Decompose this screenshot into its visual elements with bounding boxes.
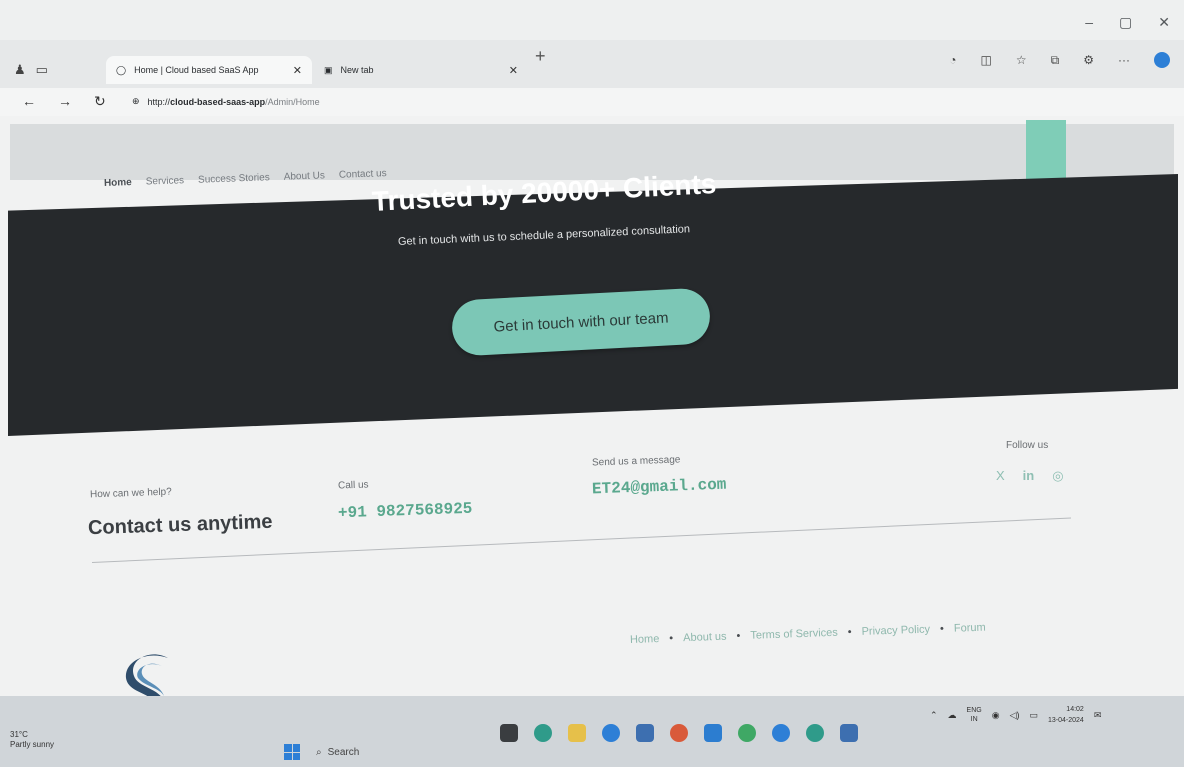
- window-controls: – ▢ ✕: [1085, 14, 1170, 31]
- footer-link-privacy[interactable]: Privacy Policy: [861, 624, 930, 638]
- cloud-icon[interactable]: ☁: [948, 710, 957, 721]
- message-label: Send us a message: [591, 454, 681, 469]
- minimize-icon[interactable]: –: [1085, 14, 1093, 31]
- clock[interactable]: 14:02 13-04-2024: [1048, 704, 1084, 726]
- whatsapp-icon[interactable]: [738, 724, 756, 742]
- weather-temp: 31°C: [10, 730, 28, 739]
- taskbar-apps: [500, 724, 858, 742]
- extensions-icon[interactable]: ⚙: [1083, 53, 1094, 67]
- close-window-icon[interactable]: ✕: [1158, 14, 1170, 31]
- vscode-icon[interactable]: [704, 724, 722, 742]
- footer-link-terms[interactable]: Terms of Services: [750, 627, 838, 642]
- time: 14:02: [1066, 706, 1084, 713]
- footer-link-home[interactable]: Home: [630, 633, 660, 646]
- instagram-icon[interactable]: ◎: [1052, 468, 1063, 484]
- separator-dot: •: [736, 630, 741, 643]
- collections-icon[interactable]: ⧉: [1051, 53, 1060, 68]
- separator-dot: •: [669, 632, 674, 645]
- address-bar[interactable]: ⊕ http://cloud-based-saas-app/Admin/Home: [132, 96, 320, 107]
- social-links: X in ◎: [996, 468, 1064, 484]
- app-icon[interactable]: [840, 724, 858, 742]
- split-screen-icon[interactable]: ◫: [981, 53, 992, 67]
- url-path: /Admin/Home: [265, 96, 320, 107]
- call-label: Call us: [337, 479, 369, 492]
- separator-dot: •: [847, 626, 852, 639]
- navigation-buttons: ← → ↻: [22, 93, 106, 110]
- read-aloud-icon[interactable]: ◔: [949, 53, 956, 67]
- nav-success-stories[interactable]: Success Stories: [198, 172, 270, 185]
- maximize-icon[interactable]: ▢: [1119, 14, 1132, 31]
- chevron-up-icon[interactable]: ⌃: [930, 710, 938, 721]
- date: 13-04-2024: [1048, 717, 1084, 724]
- close-tab-icon[interactable]: ✕: [293, 64, 302, 77]
- new-tab-favicon-icon: ▣: [324, 64, 333, 75]
- system-tray: ⌃ ☁ ENG IN ◉ ◁) ▭ 14:02 13-04-2024 ✉: [930, 704, 1101, 726]
- more-menu-icon[interactable]: ···: [1118, 53, 1130, 67]
- battery-icon[interactable]: ▭: [1030, 710, 1039, 721]
- copilot-icon[interactable]: [1154, 52, 1170, 68]
- profile-icon[interactable]: ♟: [14, 62, 26, 78]
- footer-link-about[interactable]: About us: [683, 631, 727, 645]
- weather-widget[interactable]: 31°C Partly sunny: [10, 730, 54, 750]
- favorite-star-icon[interactable]: ☆: [1016, 53, 1027, 67]
- nav-home[interactable]: Home: [104, 177, 132, 189]
- nav-about-us[interactable]: About Us: [284, 170, 325, 182]
- region: IN: [970, 716, 978, 723]
- language: ENG: [966, 707, 982, 714]
- x-twitter-icon[interactable]: X: [996, 468, 1005, 484]
- workspaces-icon[interactable]: ▭: [36, 62, 48, 78]
- tab-active[interactable]: ◯ Home | Cloud based SaaS App ✕: [106, 56, 312, 84]
- tab-title: Home | Cloud based SaaS App: [134, 65, 259, 75]
- back-arrow-icon[interactable]: ←: [22, 93, 36, 110]
- close-tab-icon[interactable]: ✕: [509, 64, 518, 77]
- web-page: Home Services Success Stories About Us C…: [0, 116, 1184, 723]
- taskbar-search[interactable]: ⌕ Search: [316, 740, 496, 764]
- browser-toolbar-right: ◔ ◫ ☆ ⧉ ⚙ ···: [949, 52, 1170, 68]
- phone-link[interactable]: +91 9827568925: [338, 500, 473, 523]
- nav-contact-us[interactable]: Contact us: [339, 168, 387, 181]
- contact-heading: Contact us anytime: [87, 510, 273, 540]
- reload-icon[interactable]: ↻: [94, 93, 106, 110]
- chrome-icon[interactable]: [670, 724, 688, 742]
- forward-arrow-icon[interactable]: →: [58, 93, 72, 110]
- app-icon[interactable]: [806, 724, 824, 742]
- volume-icon[interactable]: ◁): [1010, 710, 1020, 721]
- file-explorer-icon[interactable]: [568, 724, 586, 742]
- url-prefix: http://: [147, 96, 171, 107]
- tab-title: New tab: [340, 65, 374, 75]
- browser-icon[interactable]: [602, 724, 620, 742]
- separator-dot: •: [939, 623, 945, 636]
- notifications-icon[interactable]: ✉: [1094, 710, 1102, 721]
- accent-bar: [1026, 120, 1066, 180]
- page-favicon-icon: ◯: [116, 64, 127, 75]
- search-icon: ⌕: [316, 746, 322, 758]
- nav-services[interactable]: Services: [146, 175, 185, 187]
- wifi-icon[interactable]: ◉: [992, 710, 1000, 721]
- help-question: How can we help?: [89, 486, 172, 501]
- screen: – ▢ ✕ ♟ ▭ ◯ Home | Cloud based SaaS App …: [0, 0, 1184, 767]
- windows-start-icon[interactable]: [284, 744, 300, 760]
- linkedin-icon[interactable]: in: [1023, 468, 1035, 484]
- header-band: [10, 124, 1174, 180]
- url-host: cloud-based-saas-app: [170, 96, 266, 107]
- tab-strip-left-actions: ♟ ▭: [14, 62, 48, 78]
- search-placeholder: Search: [327, 746, 360, 758]
- follow-label: Follow us: [1006, 440, 1049, 451]
- footer-link-forum[interactable]: Forum: [954, 622, 986, 635]
- task-view-icon[interactable]: [500, 724, 518, 742]
- new-tab-plus-icon[interactable]: +: [535, 46, 546, 67]
- edge-icon[interactable]: [534, 724, 552, 742]
- tab-new[interactable]: ▣ New tab ✕: [314, 56, 528, 84]
- store-icon[interactable]: [636, 724, 654, 742]
- language-indicator[interactable]: ENG IN: [967, 706, 982, 724]
- site-info-icon[interactable]: ⊕: [132, 96, 140, 107]
- footer-links: Home • About us • Terms of Services • Pr…: [630, 622, 986, 646]
- weather-desc: Partly sunny: [10, 740, 55, 749]
- email-link[interactable]: ET24@gmail.com: [592, 476, 727, 499]
- app-icon[interactable]: [772, 724, 790, 742]
